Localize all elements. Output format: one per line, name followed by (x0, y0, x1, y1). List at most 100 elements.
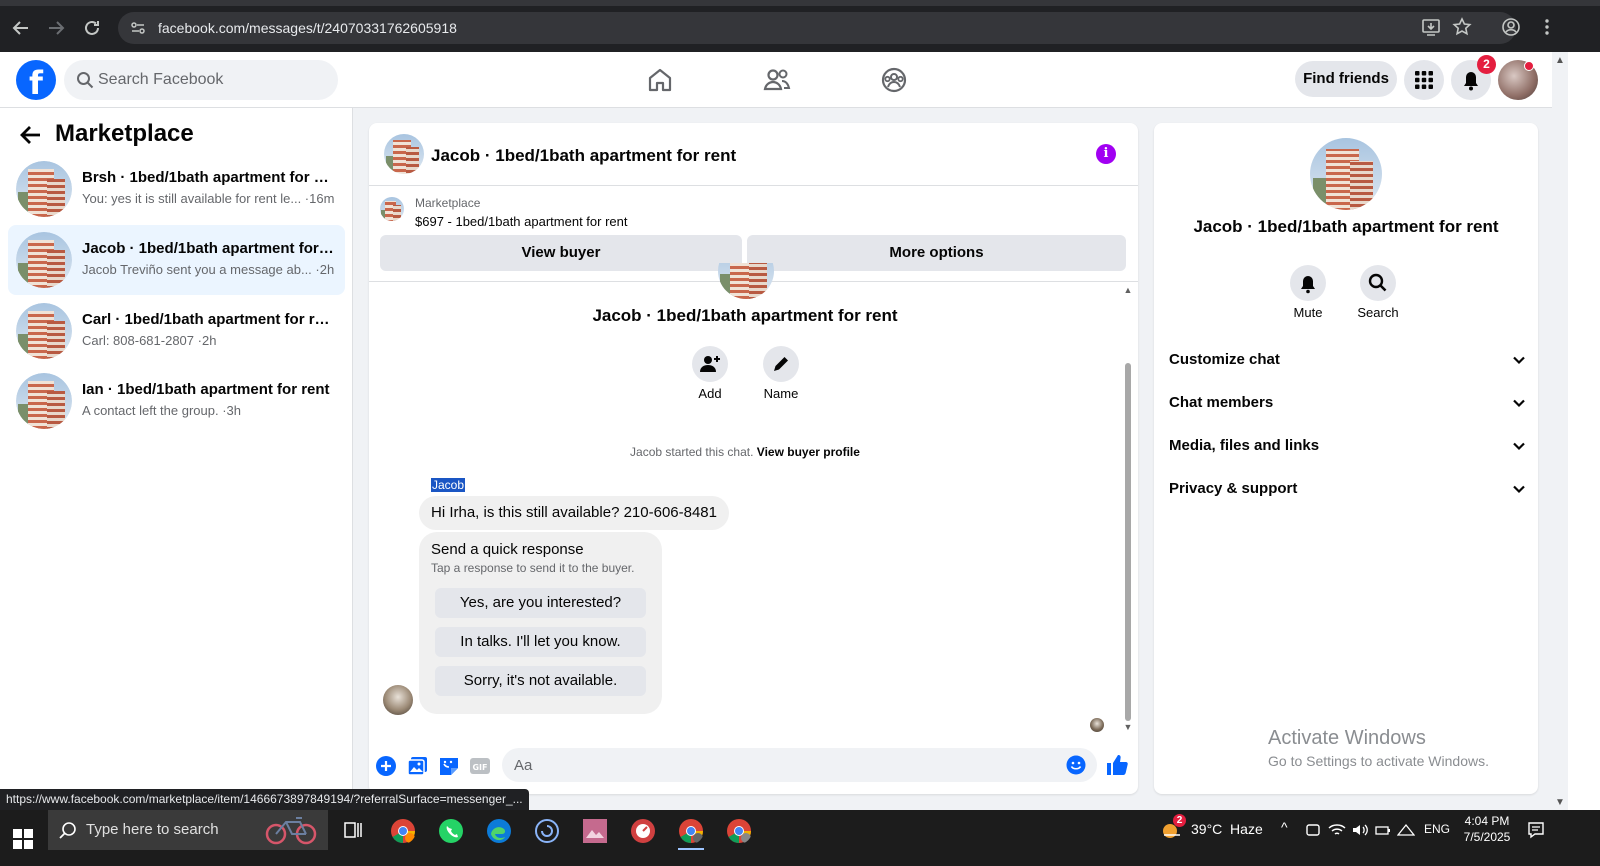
search-in-chat-button[interactable] (1360, 265, 1396, 301)
view-buyer-button[interactable]: View buyer (380, 235, 742, 271)
media-files-links-section[interactable]: Media, files and links (1169, 428, 1527, 464)
customize-chat-section[interactable]: Customize chat (1169, 342, 1527, 378)
scroll-up-icon[interactable]: ▲ (1555, 55, 1565, 66)
find-friends-button[interactable]: Find friends (1295, 61, 1397, 97)
notification-badge: 2 (1477, 55, 1496, 74)
url-text[interactable]: facebook.com/messages/t/2407033176260591… (158, 20, 457, 36)
add-people-button[interactable] (692, 346, 728, 382)
listing-price[interactable]: $697 - 1bed/1bath apartment for rent (415, 214, 627, 229)
weather-text[interactable]: 39°C Haze (1191, 821, 1263, 837)
message-input-box[interactable] (502, 748, 1097, 782)
forward-icon[interactable] (44, 16, 68, 40)
site-info-icon[interactable] (130, 20, 146, 36)
chrome-app-icon[interactable] (390, 818, 416, 844)
photo-icon[interactable] (407, 755, 429, 777)
conversation-item[interactable]: Carl · 1bed/1bath apartment for rent Car… (8, 296, 345, 366)
network-icon[interactable] (1397, 822, 1415, 838)
taskbar-search-placeholder: Type here to search (86, 821, 219, 838)
view-buyer-profile-link[interactable]: View buyer profile (757, 445, 860, 459)
back-arrow-icon[interactable] (18, 122, 44, 148)
chat-header: Jacob · 1bed/1bath apartment for rent i (369, 123, 1138, 186)
thread-scrollbar[interactable]: ▲ ▼ (1123, 285, 1133, 735)
battery-icon[interactable] (1374, 822, 1392, 838)
mute-button[interactable] (1290, 265, 1326, 301)
rename-button[interactable] (763, 346, 799, 382)
edge-icon[interactable] (486, 818, 512, 844)
bookmark-star-icon[interactable] (1451, 16, 1473, 38)
quick-response-button[interactable]: Sorry, it's not available. (435, 666, 646, 696)
page-scrollbar[interactable]: ▲ ▼ (1552, 52, 1568, 810)
message-input[interactable] (514, 748, 1054, 782)
message-bubble[interactable]: Hi Irha, is this still available? 210-60… (419, 496, 729, 530)
photo-app-icon[interactable] (582, 818, 608, 844)
groups-icon[interactable] (878, 64, 910, 96)
chat-members-section[interactable]: Chat members (1169, 385, 1527, 421)
taskbar-clock[interactable]: 4:04 PM 7/5/2025 (1452, 813, 1522, 845)
page-margin (1568, 52, 1600, 810)
chevron-down-icon (1513, 485, 1525, 494)
name-label: Name (763, 386, 799, 401)
gif-icon[interactable]: GIF (469, 755, 491, 777)
copilot-icon[interactable] (534, 818, 560, 844)
marketplace-conversation-list: Marketplace Brsh · 1bed/1bath apartment … (0, 108, 353, 810)
chat-avatar[interactable] (384, 134, 424, 174)
facebook-logo-icon[interactable]: f (16, 60, 56, 100)
chat-info-avatar[interactable] (1310, 138, 1382, 210)
chevron-up-icon[interactable]: ^ (1281, 819, 1288, 835)
scroll-up-icon[interactable]: ▲ (1123, 285, 1133, 295)
listing-avatar (16, 161, 72, 217)
profile-icon[interactable] (1500, 16, 1522, 38)
friends-icon[interactable] (761, 64, 793, 96)
meet-now-icon[interactable] (1305, 822, 1321, 838)
conversation-name: Carl · 1bed/1bath apartment for rent (82, 311, 334, 328)
chat-info-panel: Jacob · 1bed/1bath apartment for rent Mu… (1154, 123, 1538, 794)
scroll-down-icon[interactable]: ▼ (1555, 797, 1565, 808)
chrome-profile-icon[interactable] (678, 818, 704, 844)
bell-icon (1301, 276, 1315, 294)
whatsapp-icon[interactable] (438, 818, 464, 844)
sticker-icon[interactable] (438, 755, 460, 777)
info-icon[interactable]: i (1096, 144, 1116, 164)
task-view-icon[interactable] (343, 820, 363, 840)
home-icon[interactable] (644, 64, 676, 96)
facebook-header: f Find friends 2 (0, 52, 1568, 108)
more-options-button[interactable]: More options (747, 235, 1126, 271)
weather-badge: 2 (1173, 814, 1186, 827)
taskbar-search[interactable]: Type here to search (48, 810, 328, 850)
notification-center-icon[interactable] (1527, 821, 1545, 839)
more-actions-icon[interactable] (375, 755, 397, 777)
address-bar[interactable]: facebook.com/messages/t/2407033176260591… (118, 12, 1516, 44)
sender-avatar[interactable] (383, 685, 413, 715)
quick-response-button[interactable]: In talks. I'll let you know. (435, 627, 646, 657)
conversation-item[interactable]: Ian · 1bed/1bath apartment for rent A co… (8, 366, 345, 436)
browser-menu-icon[interactable] (1536, 16, 1558, 38)
chrome-profile-icon[interactable] (726, 818, 752, 844)
search-icon (77, 72, 94, 89)
wifi-icon[interactable] (1328, 822, 1346, 838)
facebook-search[interactable] (64, 60, 338, 100)
listing-thumb[interactable] (380, 197, 404, 221)
like-thumb-icon[interactable] (1105, 753, 1128, 775)
install-app-icon[interactable] (1420, 16, 1442, 38)
quick-response-button[interactable]: Yes, are you interested? (435, 588, 646, 618)
reload-icon[interactable] (80, 16, 104, 40)
privacy-support-section[interactable]: Privacy & support (1169, 471, 1527, 507)
page-title: Marketplace (55, 120, 194, 147)
conversation-item[interactable]: Brsh · 1bed/1bath apartment for rent You… (8, 154, 345, 224)
scrollbar-thumb[interactable] (1125, 363, 1131, 721)
emoji-icon[interactable] (1066, 755, 1086, 775)
back-icon[interactable] (9, 16, 33, 40)
chevron-down-icon (1513, 442, 1525, 451)
windows-start-icon[interactable] (13, 829, 33, 849)
scroll-down-icon[interactable]: ▼ (1123, 722, 1133, 732)
volume-icon[interactable] (1351, 822, 1369, 838)
account-alert-dot (1524, 61, 1534, 71)
search-input[interactable] (98, 60, 328, 100)
menu-grid-button[interactable] (1404, 60, 1444, 100)
quick-response-card: Send a quick response Tap a response to … (419, 532, 662, 714)
wpm-app-icon[interactable] (630, 818, 656, 844)
chat-title[interactable]: Jacob · 1bed/1bath apartment for rent (431, 146, 736, 166)
conversation-item-active[interactable]: Jacob · 1bed/1bath apartment for r... Ja… (8, 225, 345, 295)
bicycle-icon (265, 817, 317, 845)
language-indicator[interactable]: ENG (1424, 822, 1450, 836)
